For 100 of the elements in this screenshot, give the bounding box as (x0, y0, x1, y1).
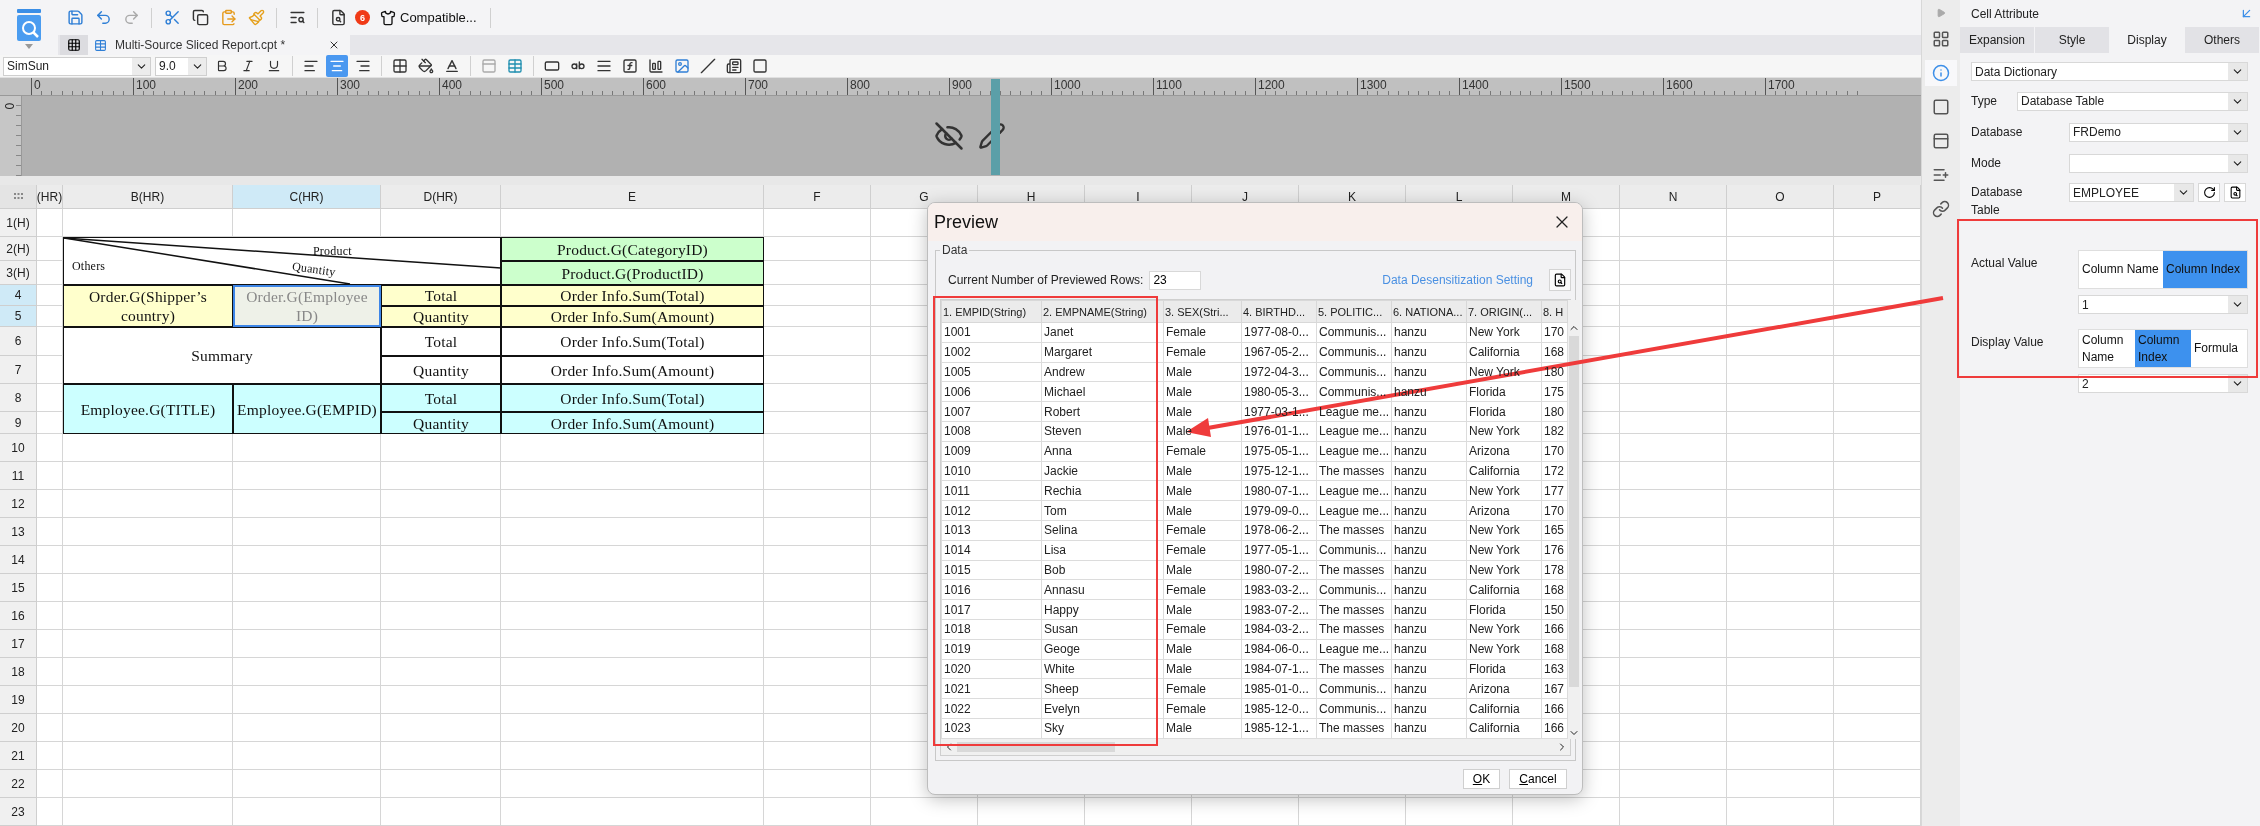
table-cell: Female (1163, 441, 1242, 462)
field-label: Display Value (1971, 334, 2045, 351)
table-cell: California (1466, 718, 1542, 739)
table-cell: The masses (1316, 718, 1392, 739)
table-cell: League me... (1316, 441, 1392, 462)
table-cell: Communis... (1316, 678, 1392, 699)
table-cell: The masses (1316, 619, 1392, 640)
table-cell: hanzu (1391, 678, 1467, 699)
table-cell: 170 (1541, 322, 1568, 343)
dialog-title: Preview (934, 211, 999, 233)
table-cell: 178 (1541, 560, 1568, 580)
table-cell: 166 (1541, 619, 1568, 640)
table-cell: 150 (1541, 599, 1568, 620)
table-cell: 1012 (941, 500, 1042, 521)
ruler-label: 1500 (1564, 78, 1591, 92)
table-cell: Michael (1041, 381, 1164, 402)
table-cell: Sheep (1041, 678, 1164, 699)
rows-label: Current Number of Previewed Rows: (948, 273, 1144, 287)
ruler-label: 300 (340, 78, 361, 92)
ruler-label: 100 (136, 78, 157, 92)
table-cell: New York (1466, 560, 1542, 580)
table-cell: The masses (1316, 461, 1392, 481)
table-cell: 1985-12-1... (1241, 718, 1317, 739)
table-cell: 1022 (941, 698, 1042, 719)
table-cell: 1023 (941, 718, 1042, 739)
table-cell: 1018 (941, 619, 1042, 640)
table-cell: 1009 (941, 441, 1042, 462)
table-cell: hanzu (1391, 619, 1467, 640)
table-cell: 1972-04-3... (1241, 362, 1317, 382)
ruler-label: 1200 (1258, 78, 1285, 92)
table-cell: 1983-07-2... (1241, 599, 1317, 620)
table-cell: New York (1466, 540, 1542, 561)
table-cell: 1020 (941, 659, 1042, 679)
table-cell: 1985-12-0... (1241, 698, 1317, 719)
ruler-label: 900 (952, 78, 973, 92)
table-cell: 163 (1541, 659, 1568, 679)
table-cell: Communis... (1316, 322, 1392, 343)
ruler-label: 1300 (1360, 78, 1387, 92)
ruler-label: 1600 (1666, 78, 1693, 92)
table-cell: California (1466, 461, 1542, 481)
table-cell: 168 (1541, 639, 1568, 660)
table-cell: League me... (1316, 401, 1392, 422)
table-cell: hanzu (1391, 441, 1467, 462)
table-cell: The masses (1316, 659, 1392, 679)
table-cell: Anna (1041, 441, 1164, 462)
ruler-label: 700 (748, 78, 769, 92)
table-cell: Janet (1041, 322, 1164, 343)
table-cell: Arizona (1466, 678, 1542, 699)
table-cell: Margaret (1041, 342, 1164, 363)
table-cell: 170 (1541, 441, 1568, 462)
table-cell: 1006 (941, 381, 1042, 402)
table-cell: Male (1163, 659, 1242, 679)
table-cell: 1984-06-0... (1241, 639, 1317, 660)
table-cell: New York (1466, 619, 1542, 640)
table-cell: Florida (1466, 599, 1542, 620)
table-cell: Male (1163, 718, 1242, 739)
table-cell: New York (1466, 520, 1542, 541)
table-cell: League me... (1316, 639, 1392, 660)
table-cell: Robert (1041, 401, 1164, 422)
table-cell: 1019 (941, 639, 1042, 660)
table-cell: White (1041, 659, 1164, 679)
table-cell: Arizona (1466, 500, 1542, 521)
table-cell: Male (1163, 381, 1242, 402)
table-cell: 1978-06-2... (1241, 520, 1317, 541)
table-cell: hanzu (1391, 362, 1467, 382)
table-cell: 1015 (941, 560, 1042, 580)
table-cell: 1983-03-2... (1241, 579, 1317, 600)
table-cell: hanzu (1391, 698, 1467, 719)
ruler-label: 500 (544, 78, 565, 92)
table-cell: 1980-07-1... (1241, 480, 1317, 501)
table-cell: Male (1163, 480, 1242, 501)
table-cell: League me... (1316, 421, 1392, 442)
table-cell: hanzu (1391, 659, 1467, 679)
ruler-label: 1700 (1768, 78, 1795, 92)
table-cell: 1005 (941, 362, 1042, 382)
table-cell: Andrew (1041, 362, 1164, 382)
table-cell: hanzu (1391, 560, 1467, 580)
ruler-label: 0 (34, 78, 41, 92)
table-cell: 1010 (941, 461, 1042, 481)
table-cell: Annasu (1041, 579, 1164, 600)
table-cell: The masses (1316, 599, 1392, 620)
table-cell: Florida (1466, 659, 1542, 679)
table-cell: Communis... (1316, 579, 1392, 600)
ruler-label: 200 (238, 78, 259, 92)
table-cell: Rechia (1041, 480, 1164, 501)
ruler-label: 1100 (1156, 78, 1182, 92)
table-cell: hanzu (1391, 322, 1467, 343)
table-cell: Susan (1041, 619, 1164, 640)
table-cell: hanzu (1391, 500, 1467, 521)
table-cell: Lisa (1041, 540, 1164, 561)
header-label: Others (72, 258, 106, 275)
table-cell: The masses (1316, 520, 1392, 541)
table-cell: New York (1466, 322, 1542, 343)
table-cell: 168 (1541, 579, 1568, 600)
table-cell: Male (1163, 599, 1242, 620)
header-label: Product (313, 243, 352, 260)
table-cell: 1979-09-0... (1241, 500, 1317, 521)
table-cell: 1985-01-0... (1241, 678, 1317, 699)
table-cell: Communis... (1316, 342, 1392, 363)
table-cell: hanzu (1391, 579, 1467, 600)
